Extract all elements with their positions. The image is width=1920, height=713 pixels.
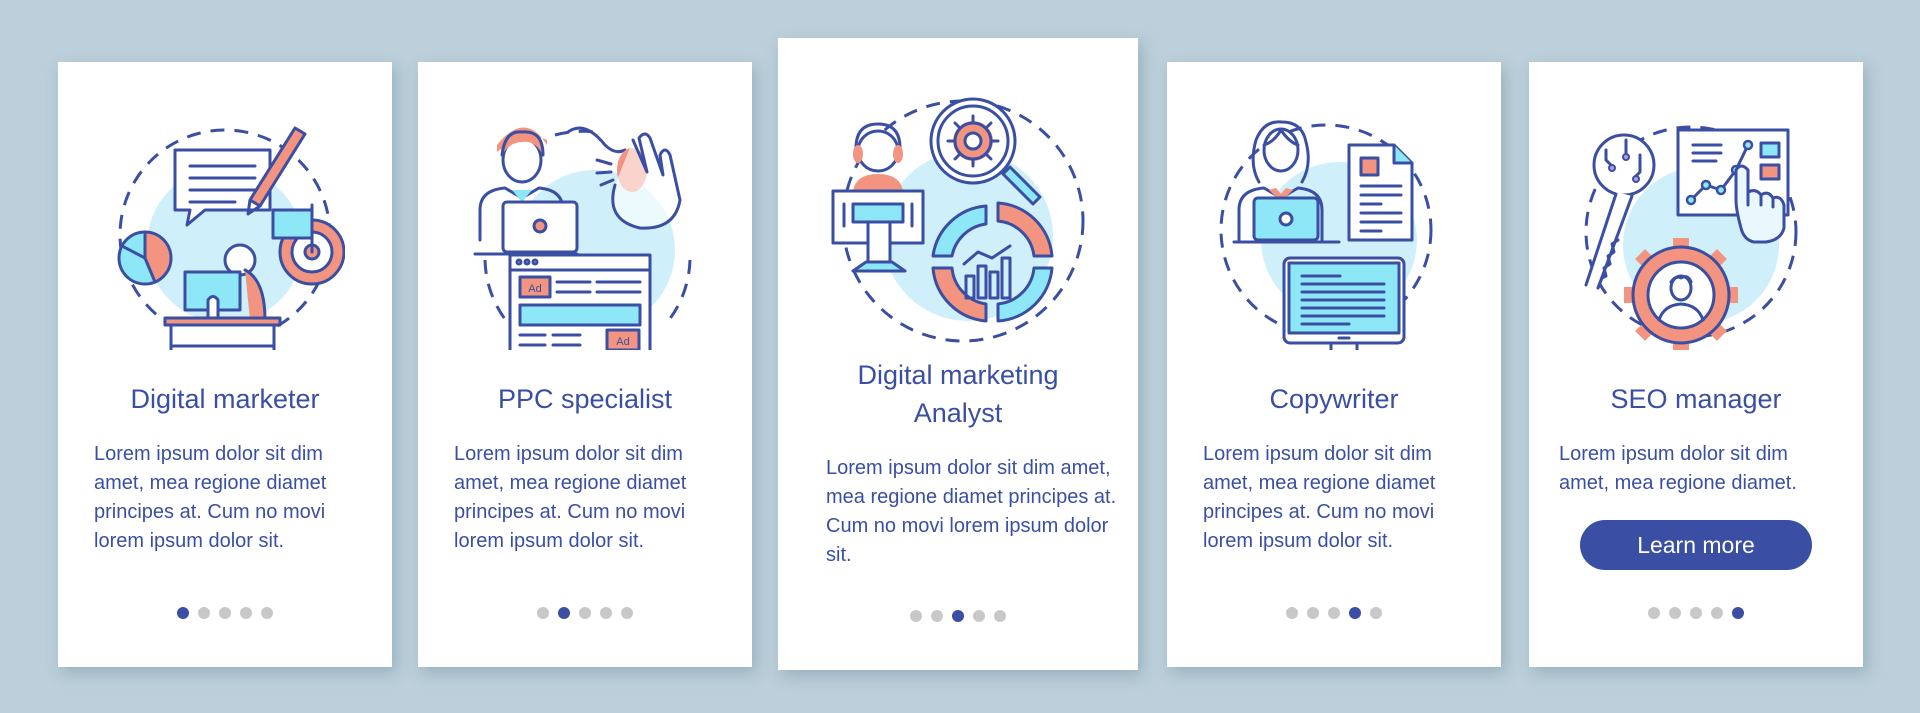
card-title: PPC specialist xyxy=(497,384,673,414)
monitor-icon xyxy=(1282,256,1406,350)
page-dot-5-active[interactable] xyxy=(1732,607,1744,619)
gear-person-icon xyxy=(1624,238,1738,350)
page-dot-5[interactable] xyxy=(261,607,273,619)
page-dot-4[interactable] xyxy=(1711,607,1723,619)
desk-icon xyxy=(163,316,282,350)
page-indicator xyxy=(1167,607,1501,619)
page-dot-4-active[interactable] xyxy=(1349,607,1361,619)
card-description: Lorem ipsum dolor sit dim amet, mea regi… xyxy=(454,443,687,552)
page-dot-1[interactable] xyxy=(910,610,922,622)
onboarding-card-ppc-specialist: Ad Ad PPC specialist Lorem ipsum dolor s… xyxy=(418,62,752,667)
browser-with-ads-icon: Ad Ad xyxy=(508,253,652,350)
card-title: Copywriter xyxy=(1269,384,1399,414)
digital-marketing-analyst-illustration xyxy=(831,97,1085,343)
page-dot-1[interactable] xyxy=(1286,607,1298,619)
page-dot-3[interactable] xyxy=(1328,607,1340,619)
card-description: Lorem ipsum dolor sit dim amet, mea regi… xyxy=(1559,443,1797,494)
page-dot-5[interactable] xyxy=(1370,607,1382,619)
page-dot-2[interactable] xyxy=(1307,607,1319,619)
page-dot-4[interactable] xyxy=(600,607,612,619)
page-indicator xyxy=(1529,607,1863,619)
document-icon xyxy=(1347,143,1414,242)
onboarding-card-seo-manager: SEO manager Lorem ipsum dolor sit dim am… xyxy=(1529,62,1863,667)
copywriter-illustration xyxy=(1219,120,1433,350)
page-dot-3[interactable] xyxy=(219,607,231,619)
page-dot-5[interactable] xyxy=(621,607,633,619)
card-title: SEO manager xyxy=(1610,384,1782,414)
seo-manager-illustration xyxy=(1584,125,1798,350)
card-title-line-2: Analyst xyxy=(913,398,1003,428)
page-dot-5[interactable] xyxy=(994,610,1006,622)
page-indicator xyxy=(418,607,752,619)
card-title: Digital marketing Analyst xyxy=(778,356,1138,432)
page-dot-4[interactable] xyxy=(973,610,985,622)
page-dot-2-active[interactable] xyxy=(558,607,570,619)
page-dot-2[interactable] xyxy=(1669,607,1681,619)
page-dot-1[interactable] xyxy=(537,607,549,619)
page-indicator xyxy=(778,610,1138,622)
page-dot-3[interactable] xyxy=(1690,607,1702,619)
card-description: Lorem ipsum dolor sit dim amet, mea regi… xyxy=(94,443,327,552)
page-dot-1[interactable] xyxy=(1648,607,1660,619)
page-dot-4[interactable] xyxy=(240,607,252,619)
card-description: Lorem ipsum dolor sit dim amet, mea regi… xyxy=(1203,443,1436,552)
learn-more-button[interactable]: Learn more xyxy=(1580,520,1812,570)
page-indicator xyxy=(58,607,392,619)
onboarding-card-digital-marketing-analyst: Digital marketing Analyst Lorem ipsum do… xyxy=(778,38,1138,670)
page-dot-3[interactable] xyxy=(579,607,591,619)
page-dot-2[interactable] xyxy=(931,610,943,622)
card-title-line-1: Digital marketing xyxy=(857,360,1059,390)
card-title: Digital marketer xyxy=(130,384,320,414)
pie-chart-icon xyxy=(117,230,173,286)
onboarding-card-copywriter: Copywriter Lorem ipsum dolor sit dim ame… xyxy=(1167,62,1501,667)
ppc-specialist-illustration: Ad Ad xyxy=(473,126,692,350)
digital-marketer-illustration xyxy=(117,126,345,350)
ad-label: Ad xyxy=(528,283,541,295)
card-description: Lorem ipsum dolor sit dim amet, mea regi… xyxy=(826,457,1117,566)
page-dot-3-active[interactable] xyxy=(952,610,964,622)
ad-label: Ad xyxy=(616,336,629,348)
page-dot-2[interactable] xyxy=(198,607,210,619)
page-dot-1-active[interactable] xyxy=(177,607,189,619)
onboarding-card-digital-marketer: Digital marketer Lorem ipsum dolor sit d… xyxy=(58,62,392,667)
